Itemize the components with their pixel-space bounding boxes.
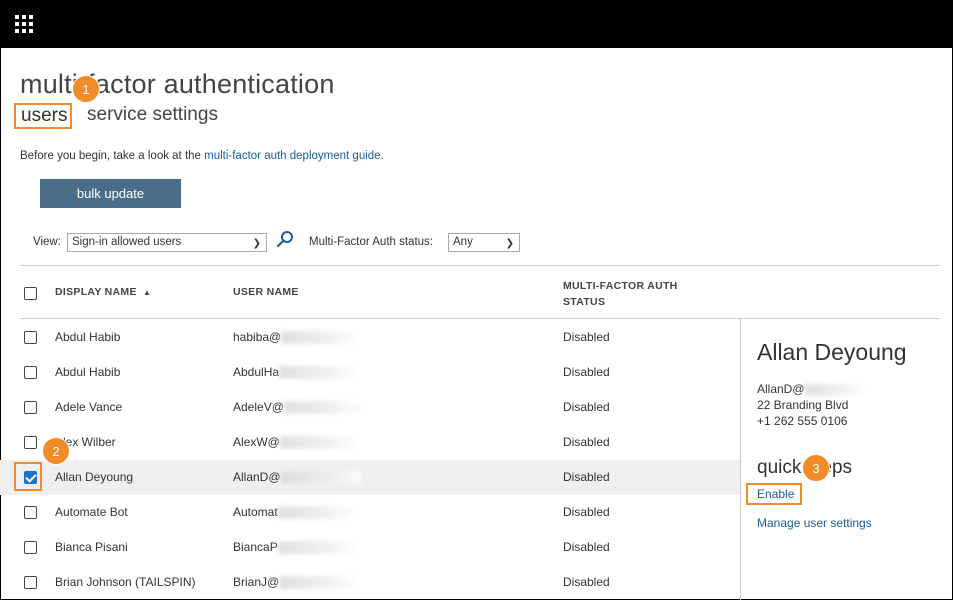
detail-address: 22 Branding Blvd bbox=[757, 398, 849, 412]
mfa-status-cell: Disabled bbox=[563, 330, 610, 344]
top-bar bbox=[0, 0, 953, 48]
user-name-cell: habiba@ bbox=[233, 330, 362, 345]
redacted-domain bbox=[277, 506, 358, 520]
page-title: multi-factor authentication bbox=[20, 69, 335, 99]
display-name-cell: Brian Johnson (TAILSPIN) bbox=[55, 575, 196, 589]
table-row[interactable]: Alex Wilber AlexW@ Disabled bbox=[0, 425, 740, 460]
detail-contact: AllanD@ 22 Branding Blvd +1 262 555 0106 bbox=[757, 381, 865, 429]
mfa-status-select-value: Any bbox=[453, 236, 473, 248]
redacted-domain bbox=[804, 383, 865, 396]
manage-user-settings-link[interactable]: Manage user settings bbox=[757, 516, 872, 530]
column-header-user-name: USER NAME bbox=[233, 286, 299, 298]
mfa-status-cell: Disabled bbox=[563, 365, 610, 379]
row-checkbox[interactable] bbox=[24, 541, 37, 554]
redacted-domain bbox=[283, 401, 364, 415]
mfa-status-cell: Disabled bbox=[563, 505, 610, 519]
search-icon[interactable] bbox=[276, 230, 294, 248]
table-row[interactable]: Adele Vance AdeleV@ Disabled bbox=[0, 390, 740, 425]
user-name-prefix: Automat bbox=[233, 505, 278, 519]
user-name-prefix: AllanD@ bbox=[233, 470, 281, 484]
display-name-cell: Abdul Habib bbox=[55, 330, 121, 344]
row-checkbox[interactable] bbox=[24, 506, 37, 519]
mfa-status-cell: Disabled bbox=[563, 575, 610, 589]
table-row[interactable]: Bianca Pisani BiancaP Disabled bbox=[0, 530, 740, 565]
table-top-divider bbox=[20, 265, 940, 266]
mfa-status-cell: Disabled bbox=[563, 540, 610, 554]
display-name-cell: Automate Bot bbox=[55, 505, 128, 519]
column-header-display-name-label: DISPLAY NAME bbox=[55, 286, 137, 298]
mfa-status-select[interactable]: Any ❯ bbox=[448, 233, 520, 252]
step-callout-3: 3 bbox=[802, 454, 830, 482]
redacted-domain bbox=[279, 576, 360, 590]
user-name-prefix: BiancaP bbox=[233, 540, 278, 554]
view-label: View: bbox=[33, 236, 61, 248]
deployment-guide-link[interactable]: multi-factor auth deployment guide bbox=[204, 150, 380, 162]
bulk-update-button[interactable]: bulk update bbox=[40, 179, 181, 208]
step-callout-2: 2 bbox=[42, 437, 70, 465]
sort-ascending-icon: ▲ bbox=[143, 288, 152, 297]
display-name-cell: Abdul Habib bbox=[55, 365, 121, 379]
view-select-value: Sign-in allowed users bbox=[72, 236, 182, 248]
chevron-down-icon: ❯ bbox=[505, 238, 514, 249]
intro-suffix: . bbox=[380, 150, 384, 162]
mfa-status-cell: Disabled bbox=[563, 435, 610, 449]
row-checkbox[interactable] bbox=[24, 576, 37, 589]
row-checkbox[interactable] bbox=[24, 366, 37, 379]
user-name-cell: AdeleV@ bbox=[233, 400, 364, 415]
user-name-cell: BiancaP bbox=[233, 540, 358, 555]
redacted-domain bbox=[281, 331, 362, 345]
enable-link[interactable]: Enable bbox=[746, 483, 802, 505]
intro-prefix: Before you begin, take a look at the bbox=[20, 150, 205, 162]
redacted-domain bbox=[277, 541, 358, 555]
tab-service-settings[interactable]: service settings bbox=[87, 103, 218, 126]
view-select[interactable]: Sign-in allowed users ❯ bbox=[67, 233, 267, 252]
user-name-cell: AbdulHa bbox=[233, 365, 360, 380]
mfa-status-cell: Disabled bbox=[563, 470, 610, 484]
chevron-down-icon: ❯ bbox=[252, 238, 261, 249]
user-name-prefix: AbdulHa bbox=[233, 365, 280, 379]
detail-email-prefix: AllanD@ bbox=[757, 382, 805, 396]
table-row-selected[interactable]: Allan Deyoung AllanD@ Disabled bbox=[0, 460, 740, 495]
detail-email: AllanD@ bbox=[757, 381, 865, 397]
detail-user-name: Allan Deyoung bbox=[757, 339, 907, 365]
row-checkbox[interactable] bbox=[24, 401, 37, 414]
column-header-display-name[interactable]: DISPLAY NAME ▲ bbox=[55, 286, 151, 298]
user-name-cell: BrianJ@ bbox=[233, 575, 360, 590]
selected-checkbox-highlight bbox=[14, 462, 42, 491]
user-list: Abdul Habib habiba@ Disabled Abdul Habib… bbox=[0, 320, 740, 600]
display-name-cell: Allan Deyoung bbox=[55, 470, 134, 484]
redacted-domain bbox=[280, 471, 361, 485]
table-row[interactable]: Abdul Habib habiba@ Disabled bbox=[0, 320, 740, 355]
redacted-domain bbox=[279, 366, 360, 380]
display-name-cell: Adele Vance bbox=[55, 400, 123, 414]
user-name-cell: AllanD@ bbox=[233, 470, 361, 485]
table-row[interactable]: Brian Johnson (TAILSPIN) BrianJ@ Disable… bbox=[0, 565, 740, 600]
intro-text: Before you begin, take a look at the mul… bbox=[20, 150, 384, 162]
user-name-cell: Automat bbox=[233, 505, 358, 520]
column-header-mfa-status: MULTI-FACTOR AUTH STATUS bbox=[563, 280, 678, 308]
user-name-cell: AlexW@ bbox=[233, 435, 360, 450]
user-name-prefix: BrianJ@ bbox=[233, 575, 280, 589]
user-name-prefix: AlexW@ bbox=[233, 435, 280, 449]
detail-phone: +1 262 555 0106 bbox=[757, 414, 848, 428]
app-launcher-icon[interactable] bbox=[15, 15, 33, 33]
table-row[interactable]: Abdul Habib AbdulHa Disabled bbox=[0, 355, 740, 390]
display-name-cell: Bianca Pisani bbox=[55, 540, 128, 554]
table-row[interactable]: Automate Bot Automat Disabled bbox=[0, 495, 740, 530]
mfa-status-label: Multi-Factor Auth status: bbox=[309, 236, 433, 248]
mfa-status-cell: Disabled bbox=[563, 400, 610, 414]
select-all-checkbox[interactable] bbox=[24, 287, 37, 300]
redacted-domain bbox=[279, 436, 360, 450]
tab-users[interactable]: users bbox=[14, 103, 72, 129]
row-checkbox[interactable] bbox=[24, 331, 37, 344]
user-name-prefix: habiba@ bbox=[233, 330, 282, 344]
step-callout-1: 1 bbox=[72, 75, 100, 103]
user-name-prefix: AdeleV@ bbox=[233, 400, 284, 414]
detail-pane-divider bbox=[740, 319, 741, 600]
row-checkbox[interactable] bbox=[24, 436, 37, 449]
table-header-divider bbox=[20, 318, 940, 319]
